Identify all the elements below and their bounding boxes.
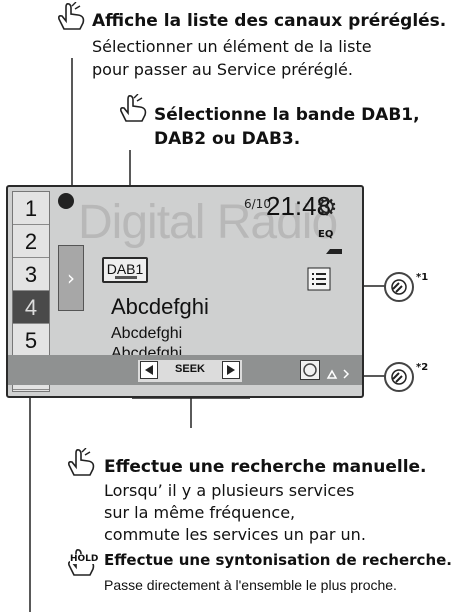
tag-icon (303, 363, 317, 377)
status-icon (58, 193, 74, 209)
preset-button-4[interactable]: 4 (13, 291, 49, 324)
station-info-1: Abcdefghi (111, 325, 183, 342)
seek-callout-desc-2: sur la même fréquence, (104, 503, 296, 522)
band-button[interactable]: DAB1 (102, 257, 148, 283)
preset-button-1[interactable]: 1 (13, 192, 49, 225)
seek-label: SEEK (175, 363, 205, 375)
footnote-marker-2: *2 (416, 362, 429, 373)
link-icon (384, 362, 414, 392)
link-icon (384, 272, 414, 302)
touch-hand-icon (66, 447, 100, 478)
seek-controls: SEEK (138, 360, 242, 382)
seek-callout-title: Effectue une recherche manuelle. (104, 457, 427, 477)
preset-list-toggle-button[interactable]: › (58, 245, 84, 311)
preset-button-5[interactable]: 5 (13, 324, 49, 357)
footnote-marker-1: *1 (416, 272, 429, 283)
hold-hand-icon: HOLD (66, 548, 100, 578)
hold-callout-title: Effectue une syntonisation de recherche. (104, 551, 452, 569)
eq-label: EQ (318, 229, 334, 240)
list-icon (307, 267, 331, 291)
hold-callout-desc: Passe directement à l'ensemble le plus p… (104, 577, 397, 593)
station-name: Abcdefghi (111, 294, 209, 319)
list-button[interactable] (307, 267, 331, 291)
seek-callout-desc-3: commute les services un par un. (104, 525, 366, 544)
eq-button[interactable]: EQ (318, 229, 342, 259)
hold-label: HOLD (70, 554, 99, 564)
seek-forward-button[interactable] (222, 361, 240, 379)
band-label: DAB1 (106, 261, 144, 277)
settings-gear-icon[interactable]: ⚙ (316, 193, 338, 221)
radio-screen: Digital Radio 123456 › DAB1 Abcdefghi Ab… (6, 185, 364, 398)
eq-icon (318, 249, 342, 254)
band-indicator (115, 276, 137, 279)
preset-button-2[interactable]: 2 (13, 225, 49, 258)
tag-button[interactable] (300, 360, 320, 380)
preset-button-3[interactable]: 3 (13, 258, 49, 291)
seek-back-button[interactable] (140, 361, 158, 379)
seek-callout-desc-1: Lorsqu’ il y a plusieurs services (104, 481, 355, 500)
bluetooth-status-icon (326, 365, 356, 379)
